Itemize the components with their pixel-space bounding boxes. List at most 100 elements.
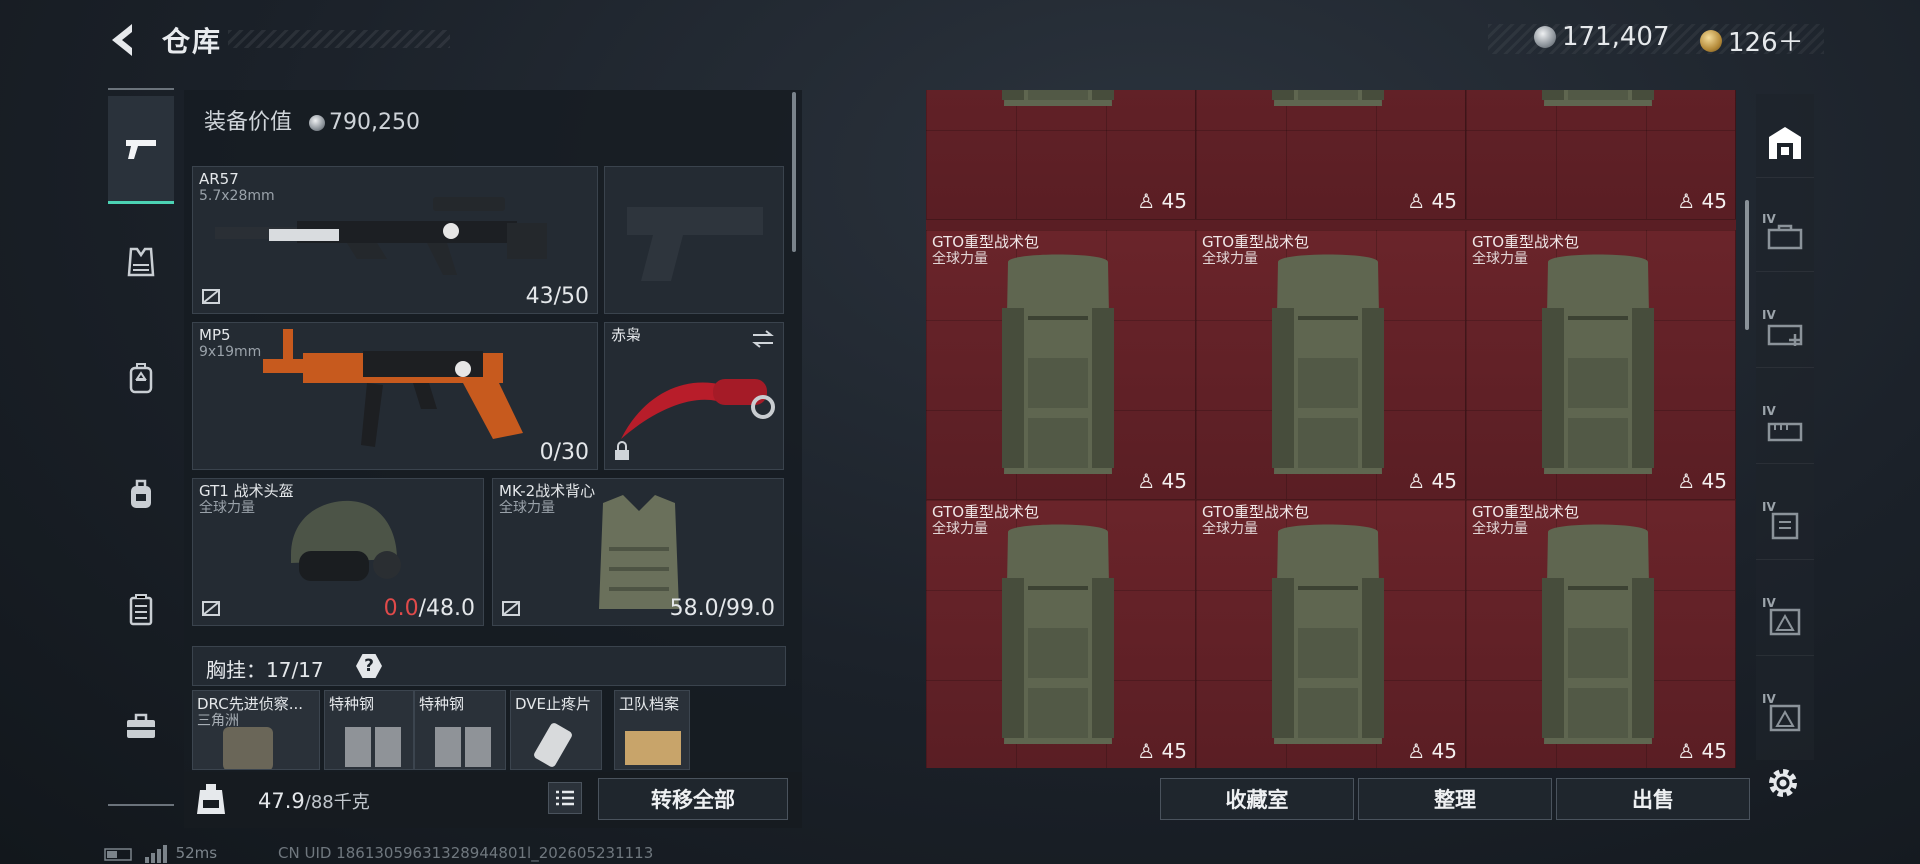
storage-item-cell[interactable]: ♙ 45: [1196, 90, 1466, 220]
sort-button[interactable]: 整理: [1358, 778, 1552, 820]
item-count-value: 45: [1161, 189, 1187, 213]
tactical-backpack-icon: [1002, 254, 1114, 474]
helmet-brand: 全球力量: [199, 500, 255, 516]
chest-item[interactable]: 特种钢: [414, 690, 506, 770]
silver-currency: 171,407: [1534, 22, 1670, 52]
item-name: GTO重型战术包: [1202, 233, 1310, 251]
storage-item-cell[interactable]: GTO重型战术包 全球力量 ♙ 45: [1196, 230, 1466, 500]
weapon-name: AR57: [199, 170, 239, 188]
collection-room-button[interactable]: 收藏室: [1160, 778, 1354, 820]
storage-grid: ♙ 45 ♙ 45 ♙ 45 GTO重型战术包 全球力量 ♙ 45 GTO重型战术包 全球力量…: [926, 90, 1736, 768]
medical-case-icon: [1767, 324, 1803, 346]
person-icon: ♙: [1407, 189, 1426, 213]
painkiller-icon: [532, 721, 574, 769]
list-view-button[interactable]: [548, 782, 582, 814]
chest-item[interactable]: 卫队档案: [614, 690, 690, 770]
home-storage-icon: [1769, 126, 1801, 159]
item-count: ♙ 45: [1407, 189, 1457, 213]
rail-item-storage-4[interactable]: IV: [1756, 490, 1814, 560]
back-arrow-icon[interactable]: [104, 20, 144, 60]
secondary-weapon-slot[interactable]: MP5 9x19mm 0/30: [192, 322, 598, 470]
melee-name: 赤枭: [611, 326, 642, 344]
sidebar-item-chest-rig[interactable]: [108, 556, 174, 664]
storage-item-cell[interactable]: GTO重型战术包 全球力量 ♙ 45: [1466, 230, 1736, 500]
item-brand: 全球力量: [1202, 251, 1258, 267]
rail-item-storage-6[interactable]: IV: [1756, 682, 1814, 752]
karambit-knife-icon: [621, 379, 775, 439]
signal-icon: [144, 844, 167, 863]
storage-case-icon: [1767, 224, 1803, 249]
chest-item[interactable]: DVE止疼片: [510, 690, 602, 770]
ar57-rifle-icon: [215, 197, 547, 275]
sidebar-item-armor[interactable]: [108, 208, 174, 316]
storage-item-cell[interactable]: ♙ 45: [926, 90, 1196, 220]
title-stripe: [228, 30, 450, 48]
equip-value-amount: 790,250: [329, 110, 420, 135]
tier-label: IV: [1762, 596, 1776, 610]
armor-name: MK-2战术背心: [499, 482, 596, 500]
item-brand: 全球力量: [1472, 251, 1528, 267]
rail-item-storage-2[interactable]: IV: [1756, 298, 1814, 368]
swap-arrows-icon[interactable]: [751, 329, 775, 349]
sidebar-item-toolbox[interactable]: [108, 672, 174, 780]
tactical-backpack-icon: [1002, 90, 1114, 106]
item-name: GTO重型战术包: [1472, 503, 1580, 521]
silver-amount: 171,407: [1562, 22, 1670, 52]
tier-label: IV: [1762, 500, 1776, 514]
storage-item-cell[interactable]: GTO重型战术包 全球力量 ♙ 45: [1196, 500, 1466, 768]
storage-item-cell[interactable]: ♙ 45: [1466, 90, 1736, 220]
rail-item-storage-3[interactable]: IV: [1756, 394, 1814, 464]
primary-weapon-slot[interactable]: AR57 5.7x28mm 43/50: [192, 166, 598, 314]
chest-case-icon: [1771, 512, 1799, 539]
chest-item[interactable]: DRC先进侦察... 三角洲: [192, 690, 320, 770]
sidearm-slot-empty[interactable]: [604, 166, 784, 314]
tier-label: IV: [1762, 404, 1776, 418]
item-count: ♙ 45: [1677, 739, 1727, 763]
item-name: 特种钢: [419, 695, 465, 713]
helmet-icon: [291, 500, 401, 581]
transfer-all-button[interactable]: 转移全部: [598, 778, 788, 820]
person-icon: ♙: [1137, 469, 1156, 493]
no-insurance-icon: [502, 601, 520, 616]
ping-text: 52ms: [175, 844, 218, 862]
weapon-caliber: 9x19mm: [199, 344, 262, 360]
armor-slot[interactable]: MK-2战术背心 全球力量 58.0/99.0: [492, 478, 784, 626]
item-count: ♙ 45: [1677, 189, 1727, 213]
item-count-value: 45: [1701, 469, 1727, 493]
storage-scrollbar[interactable]: [1745, 200, 1749, 330]
item-count: ♙ 45: [1407, 469, 1457, 493]
melee-slot[interactable]: 赤枭: [604, 322, 784, 470]
sidebar-item-backpack[interactable]: [108, 324, 174, 432]
settings-gear-icon[interactable]: [1764, 764, 1802, 802]
rail-item-storage-1[interactable]: IV: [1756, 202, 1814, 272]
tactical-backpack-icon: [1002, 524, 1114, 744]
rail-item-main-storage[interactable]: [1756, 108, 1814, 178]
drone-icon: [223, 727, 273, 769]
ammo-count: 43/50: [525, 284, 589, 309]
chest-item[interactable]: 特种钢: [324, 690, 414, 770]
loadout-scrollbar[interactable]: [792, 92, 796, 252]
warning-case-icon: [1769, 704, 1801, 732]
tier-label: IV: [1762, 692, 1776, 706]
item-count-value: 45: [1431, 189, 1457, 213]
storage-item-cell[interactable]: GTO重型战术包 全球力量 ♙ 45: [926, 230, 1196, 500]
pistol-icon: [126, 139, 156, 159]
storage-item-cell[interactable]: GTO重型战术包 全球力量 ♙ 45: [926, 500, 1196, 768]
lock-icon: [615, 441, 629, 460]
storage-item-cell[interactable]: GTO重型战术包 全球力量 ♙ 45: [1466, 500, 1736, 768]
mp5-smg-icon: [263, 329, 523, 447]
item-count: ♙ 45: [1137, 739, 1187, 763]
helmet-slot[interactable]: GT1 战术头盔 全球力量 0.0/48.0: [192, 478, 484, 626]
steel-plate-icon: [375, 727, 401, 767]
vest-icon: [127, 247, 155, 277]
person-icon: ♙: [1137, 189, 1156, 213]
item-count: ♙ 45: [1137, 469, 1187, 493]
item-count-value: 45: [1431, 469, 1457, 493]
sidebar-item-bag[interactable]: [108, 440, 174, 548]
sidebar-item-weapons[interactable]: [108, 96, 174, 204]
sell-button[interactable]: 出售: [1556, 778, 1750, 820]
gold-currency[interactable]: 126＋: [1700, 22, 1804, 59]
rail-item-storage-5[interactable]: IV: [1756, 586, 1814, 656]
silver-coin-icon: [309, 115, 326, 131]
item-brand: 全球力量: [1472, 521, 1528, 537]
